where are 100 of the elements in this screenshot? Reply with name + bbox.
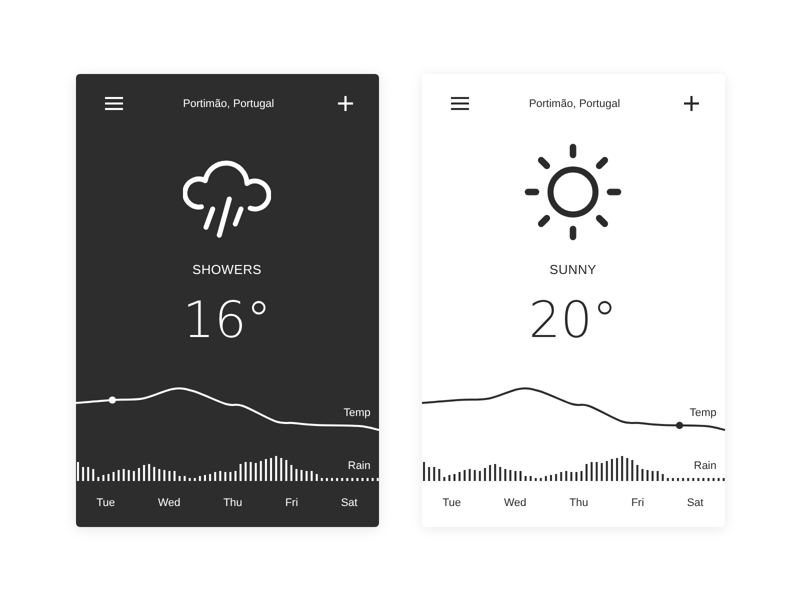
rain-bar — [494, 464, 496, 480]
rain-bar — [544, 476, 546, 480]
rain-bar — [234, 470, 236, 480]
rain-bar — [310, 470, 312, 480]
rain-bar — [162, 470, 165, 480]
rain-bar — [340, 478, 343, 480]
rain-bar — [305, 470, 308, 480]
rain-bar — [580, 470, 582, 480]
rain-bar — [630, 460, 633, 480]
rain-bar — [366, 478, 368, 480]
rain-bar — [508, 470, 511, 480]
rain-bar — [264, 458, 266, 480]
rain-bar — [626, 458, 628, 480]
rain-bar — [102, 474, 104, 480]
rain-bar — [376, 478, 378, 480]
rain-bar — [96, 476, 99, 480]
rain-bar — [244, 462, 246, 480]
rain-bar — [590, 462, 592, 480]
rain-bar — [158, 468, 160, 480]
plus-icon — [338, 96, 352, 111]
rain-bar — [188, 478, 190, 480]
rain-bar — [600, 462, 602, 480]
rain-bar — [294, 468, 297, 480]
rain-bar — [438, 468, 440, 480]
rain-bar — [539, 478, 542, 480]
rain-bar — [717, 478, 720, 480]
rain-bar — [564, 470, 567, 480]
sun-icon — [524, 142, 622, 240]
menu-icon — [450, 97, 468, 110]
rain-bar — [112, 472, 114, 480]
plus-icon — [684, 96, 698, 111]
rain-bar — [371, 478, 374, 480]
rain-bar — [228, 472, 231, 480]
day-label: Tue — [442, 496, 462, 510]
rain-bar — [117, 470, 120, 480]
menu-button[interactable] — [448, 95, 470, 112]
rain-label: Rain — [348, 458, 370, 472]
day-label: Wed — [158, 496, 180, 510]
rain-bar — [712, 478, 714, 480]
rain-bar — [560, 472, 562, 480]
day-label: Fri — [285, 496, 298, 510]
day-label: Tue — [96, 496, 116, 510]
rain-bar — [696, 478, 699, 480]
rain-bar — [671, 478, 674, 480]
rain-bar — [356, 478, 358, 480]
rain-bar — [325, 478, 328, 480]
rain-bar — [473, 470, 476, 480]
add-button[interactable] — [682, 94, 700, 113]
rain-bar — [249, 462, 252, 480]
rain-bar — [504, 468, 506, 480]
rain-bar — [620, 456, 623, 480]
temperature-reading: 16° — [182, 294, 272, 344]
menu-button[interactable] — [102, 95, 124, 112]
rain-bar — [183, 476, 186, 480]
rain-bar — [595, 462, 598, 480]
rain-bar — [239, 464, 242, 480]
day-label: Wed — [504, 496, 526, 510]
temp-label: Temp — [344, 406, 370, 420]
location-title: Portimão, Portugal — [528, 96, 620, 110]
rain-bar — [656, 470, 658, 480]
location-title: Portimão, Portugal — [182, 96, 274, 110]
rain-bar — [574, 472, 577, 480]
rain-bar — [218, 470, 221, 480]
rain-bar — [148, 464, 150, 480]
rain-bar — [350, 478, 353, 480]
rain-bar — [224, 472, 226, 480]
day-label: Thu — [223, 496, 242, 510]
rain-bar — [702, 478, 704, 480]
rain-bar — [442, 476, 445, 480]
rain-bar — [274, 456, 277, 480]
rain-bar — [360, 478, 363, 480]
day-label: Thu — [569, 496, 588, 510]
day-label: Fri — [631, 496, 644, 510]
rain-bar — [692, 478, 694, 480]
rain-bar — [534, 478, 536, 480]
rain-bar — [168, 470, 170, 480]
rain-bar — [706, 478, 709, 480]
rain-bar — [488, 464, 491, 480]
rain-bar — [468, 468, 470, 480]
menu-icon — [104, 97, 122, 110]
rain-bar — [208, 474, 211, 480]
rain-bar — [610, 458, 612, 480]
rain-bar — [524, 476, 526, 480]
rain-bar — [315, 474, 318, 480]
rain-bar — [86, 466, 89, 480]
add-button[interactable] — [336, 94, 354, 113]
rain-bar — [137, 468, 140, 480]
rain-bar — [92, 468, 94, 480]
rain-bar — [605, 460, 608, 480]
rain-bar — [280, 458, 282, 480]
rain-bar — [193, 478, 196, 480]
rain-bar — [336, 478, 338, 480]
rain-bar — [686, 478, 689, 480]
rain-bar — [661, 474, 664, 480]
rain-bar — [640, 468, 643, 480]
rain-bar — [646, 470, 648, 480]
rain-bar — [483, 468, 486, 480]
rain-bar — [452, 474, 455, 480]
rain-bar — [428, 466, 430, 480]
rain-bar — [458, 472, 460, 480]
